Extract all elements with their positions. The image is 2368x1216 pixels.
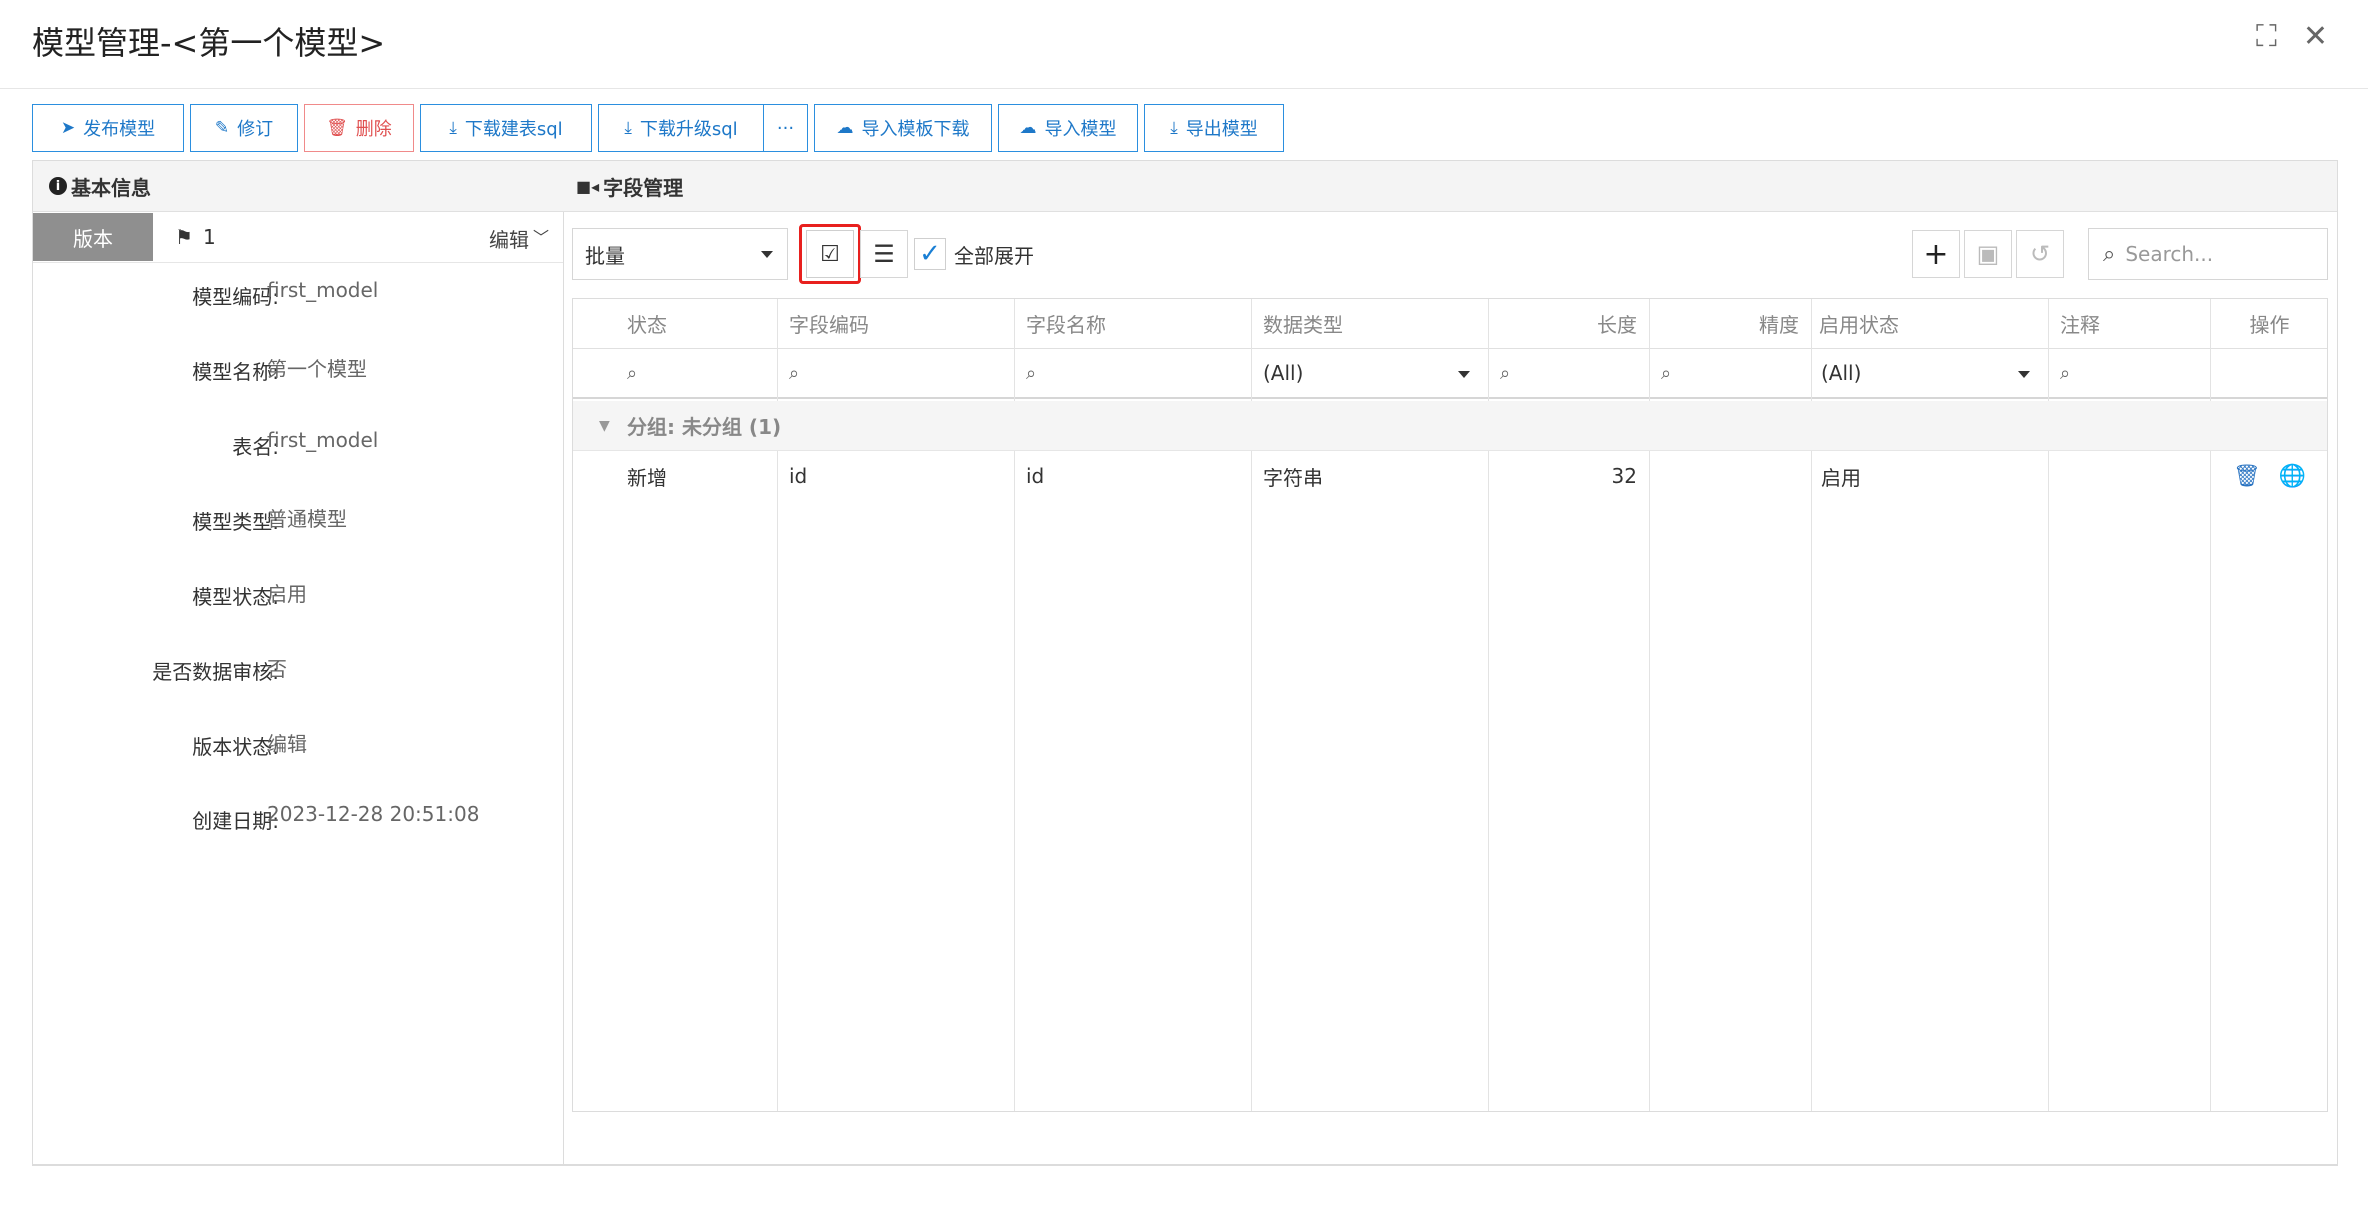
body-dividers: [573, 451, 2327, 1111]
window-controls: ⛶ ✕: [2256, 22, 2328, 52]
plus-icon: +: [1923, 236, 1949, 272]
basic-info-header: i 基本信息: [33, 161, 563, 212]
field-management-header: ■◂ 字段管理: [562, 161, 2337, 212]
batch-select[interactable]: 批量: [572, 228, 788, 280]
header-dividers: [573, 299, 2327, 401]
import-model-button[interactable]: ☁ 导入模型: [998, 104, 1138, 152]
caret-down-icon: [761, 251, 773, 258]
publish-model-button[interactable]: ➤ 发布模型: [32, 104, 184, 152]
title-divider: [0, 88, 2368, 89]
edit-icon: ✎: [214, 118, 230, 138]
chevron-down-icon: ﹀: [532, 228, 549, 247]
group-label: 分组: 未分组 (1): [627, 415, 782, 439]
save-button[interactable]: ▣: [1964, 230, 2012, 278]
cloud-upload-icon: ☁: [1019, 118, 1037, 138]
download-upgrade-sql-button[interactable]: ⤓ 下载升级sql: [598, 104, 764, 152]
send-icon: ➤: [60, 118, 76, 138]
search-icon: ⌕: [2103, 241, 2116, 267]
save-icon: ▣: [1976, 240, 2000, 268]
info-row: 模型状态: 启用: [192, 582, 307, 609]
search-box[interactable]: ⌕ Search...: [2088, 228, 2328, 280]
group-row[interactable]: ▼ 分组: 未分组 (1): [573, 401, 2327, 451]
info-row: 版本状态: 编辑: [192, 732, 307, 759]
version-number: ⚑ 1: [175, 225, 216, 249]
download-icon: ⤓: [1170, 118, 1178, 138]
more-button[interactable]: ···: [764, 104, 808, 152]
flag-icon: ⚑: [175, 225, 193, 249]
version-bar: 版本 ⚑ 1 编辑 ﹀: [33, 212, 563, 263]
delete-button[interactable]: 🗑 删除: [304, 104, 414, 152]
expand-all-checkbox[interactable]: ✓: [914, 238, 946, 270]
version-edit-dropdown[interactable]: 编辑 ﹀: [489, 224, 549, 253]
window-title: 模型管理-<第一个模型>: [32, 24, 386, 62]
field-grid: 状态 字段编码 字段名称 数据类型 长度 精度 启用状态 注释 操作 ⌕ ⌕ ⌕…: [572, 298, 2328, 1112]
close-icon[interactable]: ✕: [2303, 22, 2328, 52]
maximize-icon[interactable]: ⛶: [2256, 22, 2277, 52]
highlight-box: [799, 224, 861, 284]
info-row: 模型类型: 普通模型: [192, 507, 347, 534]
menu-icon: ☰: [873, 240, 895, 268]
expand-all-label: 全部展开: [954, 244, 1034, 268]
check-icon: ✓: [919, 239, 941, 269]
toolbar: ➤ 发布模型 ✎ 修订 🗑 删除 ⤓ 下载建表sql ⤓ 下载升级sql ···…: [32, 104, 1290, 152]
info-row: 是否数据审核: 否: [152, 657, 287, 684]
import-template-download-button[interactable]: ☁ 导入模板下载: [814, 104, 992, 152]
video-camera-icon: ■◂: [576, 176, 600, 196]
download-icon: ⤓: [624, 118, 632, 138]
basic-info-panel: i 基本信息 版本 ⚑ 1 编辑 ﹀ 模型编码: first_model 模型名称…: [32, 160, 564, 1166]
cloud-upload-icon: ☁: [836, 118, 854, 138]
export-model-button[interactable]: ⤓ 导出模型: [1144, 104, 1284, 152]
download-create-sql-button[interactable]: ⤓ 下载建表sql: [420, 104, 592, 152]
trash-icon: 🗑: [326, 118, 348, 138]
info-row: 创建日期: 2023-12-28 20:51:08: [192, 802, 480, 833]
info-icon: i: [49, 177, 67, 195]
info-row: 模型名称: 第一个模型: [192, 357, 367, 384]
undo-button[interactable]: ↺: [2016, 230, 2064, 278]
undo-icon: ↺: [2029, 240, 2051, 268]
revise-button[interactable]: ✎ 修订: [190, 104, 298, 152]
info-row: 模型编码: first_model: [192, 278, 379, 309]
download-icon: ⤓: [449, 118, 457, 138]
info-row: 表名: first_model: [232, 428, 379, 459]
version-tab[interactable]: 版本: [33, 213, 153, 261]
list-view-button[interactable]: ☰: [860, 230, 908, 278]
search-input[interactable]: Search...: [2125, 242, 2213, 266]
add-row-button[interactable]: +: [1912, 230, 1960, 278]
